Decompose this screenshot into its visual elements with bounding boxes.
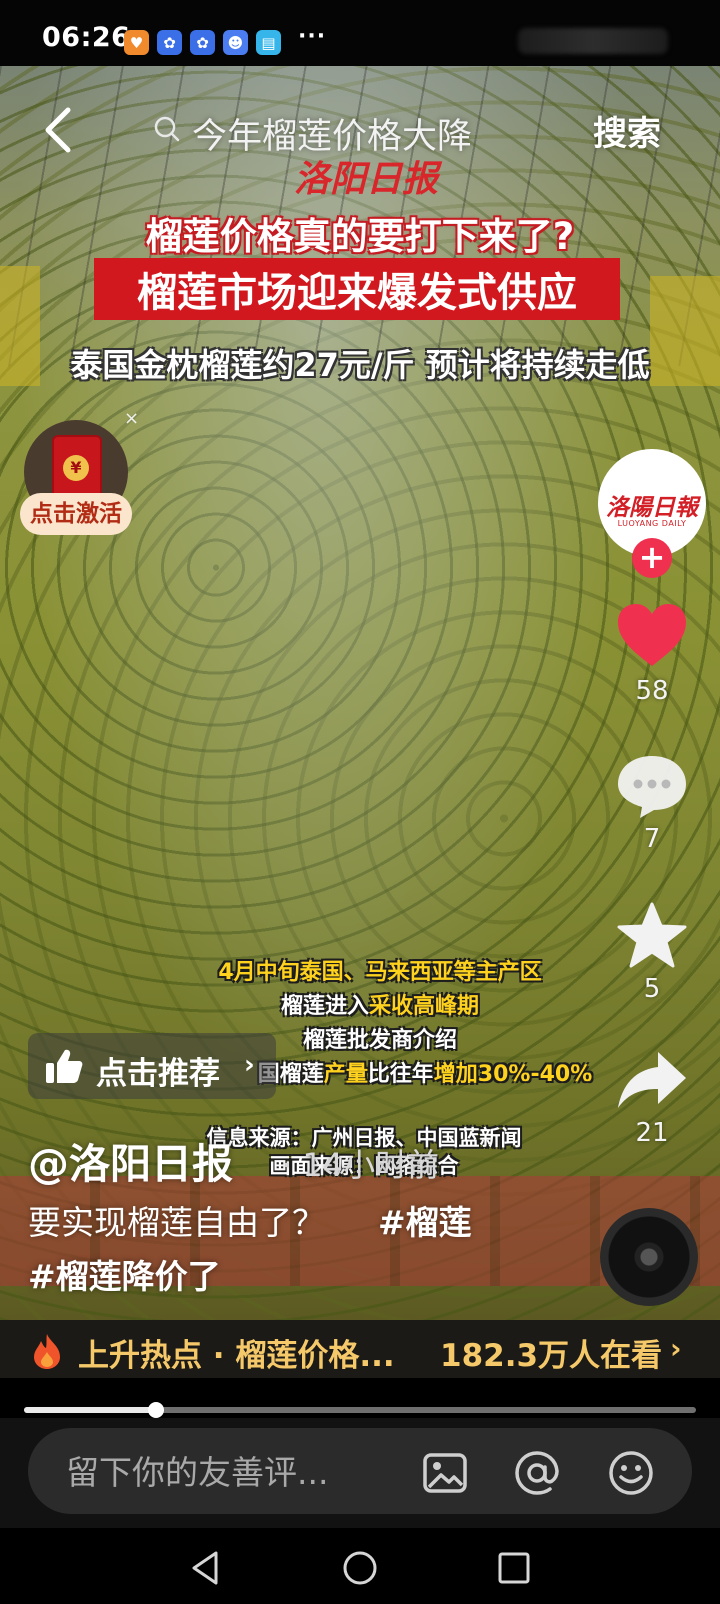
info-line-2-a: 榴莲进入	[280, 994, 369, 1019]
cat-app-icon: ☻	[223, 30, 248, 55]
hashtag-durian-price-drop[interactable]: #榴莲降价了	[28, 1250, 221, 1298]
post-time: · 14小时前	[282, 1146, 440, 1184]
favorite-star-icon[interactable]	[614, 900, 690, 972]
info-line-4-c: 比往年	[367, 1062, 434, 1087]
post-description: 要实现榴莲自由了？	[28, 1203, 325, 1242]
thumbs-up-icon	[46, 1049, 83, 1083]
avatar-logo-subtitle: LUOYANG DAILY	[617, 519, 687, 528]
nav-recents-icon[interactable]	[494, 1548, 534, 1588]
search-icon	[154, 116, 180, 142]
fire-icon	[34, 1334, 60, 1369]
hashtag-durian[interactable]: #榴莲	[378, 1196, 472, 1244]
at-mention-icon[interactable]	[514, 1450, 560, 1496]
search-input[interactable]: 今年榴莲价格大降	[192, 108, 472, 159]
red-packet-activate-button[interactable]: 点击激活	[20, 493, 132, 535]
follow-button[interactable]: +	[632, 538, 672, 578]
info-line-4-b: 产量	[323, 1062, 368, 1087]
video-headline-1: 榴莲价格真的要打下来了?	[145, 215, 575, 258]
hot-topic-text: 上升热点 · 榴莲价格...	[78, 1338, 395, 1374]
like-count: 58	[635, 676, 669, 706]
search-button[interactable]: 搜索	[593, 106, 661, 155]
like-heart-icon[interactable]	[614, 600, 690, 672]
share-arrow-icon[interactable]	[614, 1046, 690, 1118]
info-line-1-text: 4月中旬泰国、马来西亚等主产区	[218, 960, 542, 985]
video-progress-handle[interactable]	[147, 1402, 164, 1418]
info-line-2-b: 采收高峰期	[369, 994, 480, 1019]
share-count: 21	[635, 1118, 669, 1148]
red-packet-close-button[interactable]: ×	[124, 408, 139, 429]
avatar-logo-text: 洛陽日報	[606, 494, 698, 521]
blue-flower-app-icon: ✿	[157, 30, 182, 55]
blue-flower-app-icon-2: ✿	[190, 30, 215, 55]
nav-back-icon[interactable]	[186, 1548, 226, 1588]
status-time: 06:26	[42, 22, 131, 53]
coin-icon: ¥	[63, 455, 89, 481]
info-line-2: 榴莲进入采收高峰期	[160, 990, 600, 1024]
status-indicators	[518, 28, 668, 54]
info-line-4-d: 增加30%-40%	[433, 1062, 593, 1087]
chevron-right-icon: ›	[670, 1332, 682, 1365]
comment-input[interactable]	[64, 1448, 408, 1496]
recommend-label: 点击推荐	[96, 1056, 220, 1092]
recommend-chevron-icon: ›	[244, 1050, 255, 1080]
emoji-icon[interactable]	[608, 1450, 654, 1496]
video-headline-2: 榴莲市场迎来爆发式供应	[137, 270, 577, 316]
video-progress-fill	[24, 1407, 156, 1413]
nav-home-icon[interactable]	[340, 1548, 380, 1588]
more-notifications: ···	[298, 24, 327, 49]
book-app-icon: ▤	[256, 30, 281, 55]
comment-count: 7	[643, 824, 661, 854]
music-disc-icon[interactable]	[600, 1208, 698, 1306]
author-name[interactable]: @洛阳日报	[28, 1130, 233, 1190]
image-icon[interactable]	[422, 1450, 468, 1496]
info-line-1: 4月中旬泰国、马来西亚等主产区	[160, 956, 600, 990]
heart-shield-app-icon: ♥	[124, 30, 149, 55]
back-icon[interactable]	[38, 104, 82, 156]
viewer-count: 182.3万人在看	[440, 1338, 663, 1374]
favorite-count: 5	[643, 974, 661, 1004]
video-headline-3: 泰国金枕榴莲约27元/斤 预计将持续走低	[70, 346, 650, 384]
comment-bubble-icon[interactable]	[614, 750, 690, 822]
info-line-3-text: 榴莲批发商介绍	[302, 1028, 457, 1053]
